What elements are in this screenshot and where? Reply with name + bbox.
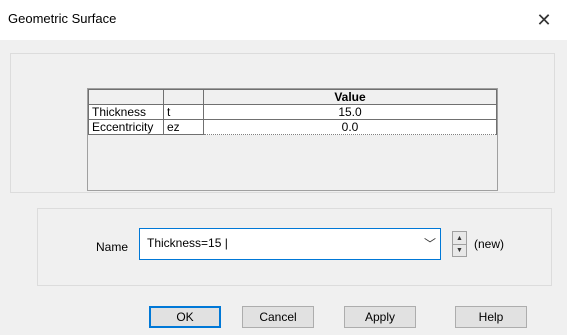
header-blank-cell (88, 89, 164, 105)
close-button[interactable]: ✕ (521, 0, 567, 40)
apply-button[interactable]: Apply (344, 306, 416, 328)
table-row: Eccentricity ez 0.0 (88, 119, 497, 135)
chevron-down-icon[interactable]: ﹀ (424, 235, 436, 252)
properties-table: Value Thickness t 15.0 Eccentricity ez 0… (87, 88, 498, 191)
table-header-row: Value (88, 89, 497, 105)
value-column-header: Value (203, 89, 497, 105)
arrow-down-icon: ▼ (456, 246, 463, 254)
property-name: Thickness (88, 104, 164, 120)
help-button[interactable]: Help (455, 306, 527, 328)
property-symbol: t (163, 104, 204, 120)
arrow-up-icon: ▲ (456, 234, 463, 242)
name-spinner[interactable]: ▲ ▼ (452, 231, 467, 257)
name-label: Name (96, 240, 129, 254)
name-combobox[interactable]: Thickness=15 | ﹀ (139, 228, 441, 260)
property-symbol: ez (163, 119, 204, 135)
property-name: Eccentricity (88, 119, 164, 135)
ok-button[interactable]: OK (149, 306, 221, 328)
spin-down-button[interactable]: ▼ (453, 244, 466, 256)
window-title: Geometric Surface (8, 11, 117, 26)
cancel-button[interactable]: Cancel (242, 306, 314, 328)
table-row: Thickness t 15.0 (88, 104, 497, 120)
header-blank-cell (163, 89, 204, 105)
status-label: (new) (474, 237, 505, 251)
close-icon: ✕ (536, 9, 552, 30)
property-value-cell[interactable]: 15.0 (203, 104, 497, 120)
name-input[interactable]: Thickness=15 | (147, 236, 228, 250)
property-value-cell[interactable]: 0.0 (203, 119, 497, 135)
title-bar: Geometric Surface ✕ (0, 0, 567, 40)
